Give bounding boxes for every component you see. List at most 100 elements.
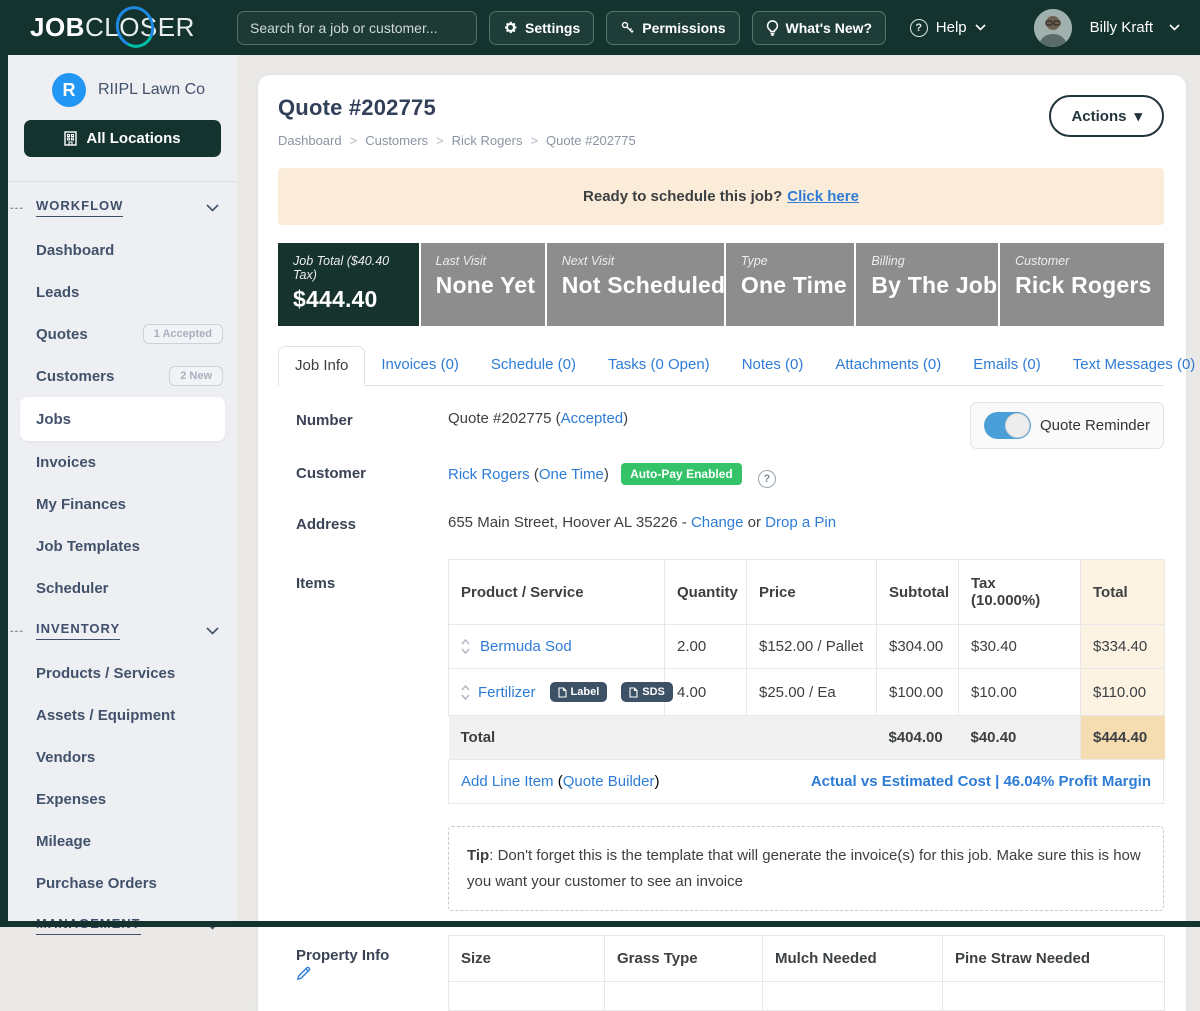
profit-margin-link[interactable]: 46.04% Profit Margin xyxy=(1003,773,1151,790)
prop-header-mulch-needed: Mulch Needed xyxy=(763,936,943,982)
total-cell: $334.40 xyxy=(1081,625,1165,669)
table-row xyxy=(449,982,1165,1011)
prop-header-pine-straw-needed: Pine Straw Needed xyxy=(943,936,1165,982)
drop-a-pin-link[interactable]: Drop a Pin xyxy=(765,514,836,531)
sidebar-item-label: Job Templates xyxy=(36,538,140,555)
invoice-tip-box: Tip: Don't forget this is the template t… xyxy=(448,826,1164,911)
sds-file-badge[interactable]: SDS xyxy=(621,682,673,702)
schedule-banner: Ready to schedule this job? Click here xyxy=(278,168,1164,225)
row-sort-handle[interactable] xyxy=(461,685,470,700)
tab-invoices[interactable]: Invoices (0) xyxy=(365,346,475,385)
breadcrumb-separator: > xyxy=(350,133,358,148)
settings-label: Settings xyxy=(525,20,580,36)
col-header-total: Total xyxy=(1081,560,1165,625)
page-title: Quote #202775 xyxy=(278,95,636,121)
user-name[interactable]: Billy Kraft xyxy=(1090,19,1153,36)
sidebar-item-label: My Finances xyxy=(36,496,126,513)
tab-emails[interactable]: Emails (0) xyxy=(957,346,1057,385)
key-icon xyxy=(620,20,635,35)
table-total-row: Total $404.00 $40.40 $444.40 xyxy=(449,716,1165,760)
total-row-total: $444.40 xyxy=(1081,716,1165,760)
cost-links-group: Actual vs Estimated Cost | 46.04% Profit… xyxy=(811,773,1151,790)
customer-name-link[interactable]: Rick Rogers xyxy=(448,466,530,483)
stat-value: $444.40 xyxy=(293,286,404,313)
settings-button[interactable]: Settings xyxy=(489,11,594,45)
tab-notes[interactable]: Notes (0) xyxy=(726,346,820,385)
pencil-edit-icon[interactable] xyxy=(296,966,448,981)
tab-schedule[interactable]: Schedule (0) xyxy=(475,346,592,385)
tab-tasks[interactable]: Tasks (0 Open) xyxy=(592,346,726,385)
breadcrumb-customers[interactable]: Customers xyxy=(365,133,428,148)
search-input[interactable] xyxy=(237,11,477,45)
sidebar-item-scheduler[interactable]: Scheduler xyxy=(8,567,237,609)
caret-down-icon: ▾ xyxy=(1134,107,1142,125)
section-label: INVENTORY xyxy=(36,621,120,640)
actions-button[interactable]: Actions ▾ xyxy=(1049,95,1164,137)
logo-ring-icon xyxy=(110,1,159,53)
sidebar-item-job-templates[interactable]: Job Templates xyxy=(8,525,237,567)
change-address-link[interactable]: Change xyxy=(691,514,744,531)
all-locations-label: All Locations xyxy=(86,130,180,147)
sidebar-item-leads[interactable]: Leads xyxy=(8,271,237,313)
badge-label: SDS xyxy=(642,686,665,698)
permissions-button[interactable]: Permissions xyxy=(606,11,739,45)
tax-cell: $30.40 xyxy=(959,625,1081,669)
sidebar-item-products-services[interactable]: Products / Services xyxy=(8,652,237,694)
sidebar-item-invoices[interactable]: Invoices xyxy=(8,441,237,483)
sidebar-item-quotes[interactable]: Quotes1 Accepted xyxy=(8,313,237,355)
quote-reminder-card: Quote Reminder xyxy=(970,402,1164,449)
sidebar-item-my-finances[interactable]: My Finances xyxy=(8,483,237,525)
sidebar: R RIIPL Lawn Co All Locations --- WORKFL… xyxy=(8,55,237,927)
sidebar-item-label: Scheduler xyxy=(36,580,109,597)
company-name: RIIPL Lawn Co xyxy=(98,81,205,99)
sidebar-item-expenses[interactable]: Expenses xyxy=(8,778,237,820)
tab-job-info[interactable]: Job Info xyxy=(278,346,365,386)
actions-label: Actions xyxy=(1071,108,1126,125)
sidebar-section-inventory[interactable]: --- INVENTORY xyxy=(8,609,237,652)
tab-text-messages[interactable]: Text Messages (0) xyxy=(1057,346,1200,385)
sidebar-item-dashboard[interactable]: Dashboard xyxy=(8,229,237,271)
whats-new-button[interactable]: What's New? xyxy=(752,11,887,45)
total-row-subtotal: $404.00 xyxy=(877,716,959,760)
row-sort-handle[interactable] xyxy=(461,639,470,654)
product-link[interactable]: Bermuda Sod xyxy=(480,638,572,655)
tip-bold: Tip xyxy=(467,847,489,864)
actual-vs-estimated-link[interactable]: Actual vs Estimated Cost xyxy=(811,773,991,790)
tab-attachments[interactable]: Attachments (0) xyxy=(819,346,957,385)
breadcrumb-dashboard[interactable]: Dashboard xyxy=(278,133,342,148)
quantity-cell: 2.00 xyxy=(665,625,747,669)
sidebar-item-mileage[interactable]: Mileage xyxy=(8,820,237,862)
sidebar-section-workflow[interactable]: --- WORKFLOW xyxy=(8,186,237,229)
sidebar-item-customers[interactable]: Customers2 New xyxy=(8,355,237,397)
gear-icon xyxy=(503,20,518,35)
company-row[interactable]: R RIIPL Lawn Co xyxy=(8,55,237,107)
all-locations-button[interactable]: All Locations xyxy=(24,120,221,157)
banner-text: Ready to schedule this job? xyxy=(583,188,782,205)
quote-builder-link[interactable]: Quote Builder xyxy=(563,773,655,790)
quote-reminder-toggle[interactable] xyxy=(984,412,1031,439)
tip-text: : Don't forget this is the template that… xyxy=(467,847,1141,890)
table-row: Bermuda Sod 2.00 $152.00 / Pallet $304.0… xyxy=(449,625,1165,669)
chevron-down-icon[interactable] xyxy=(1169,24,1180,31)
add-line-item-link[interactable]: Add Line Item xyxy=(461,773,554,790)
sidebar-item-purchase-orders[interactable]: Purchase Orders xyxy=(8,862,237,904)
breadcrumb-rick-rogers[interactable]: Rick Rogers xyxy=(452,133,523,148)
customer-type-link[interactable]: One Time xyxy=(539,466,604,483)
help-icon: ? xyxy=(910,19,928,37)
sidebar-item-jobs[interactable]: Jobs xyxy=(20,397,225,441)
sidebar-item-vendors[interactable]: Vendors xyxy=(8,736,237,778)
banner-click-here-link[interactable]: Click here xyxy=(787,188,859,205)
sidebar-item-assets-equipment[interactable]: Assets / Equipment xyxy=(8,694,237,736)
autopay-help-icon[interactable]: ? xyxy=(758,470,776,488)
stat-next-visit: Next VisitNot Scheduled xyxy=(547,243,724,326)
user-avatar[interactable] xyxy=(1034,9,1072,47)
product-link[interactable]: Fertilizer xyxy=(478,684,536,701)
total-cell: $110.00 xyxy=(1081,669,1165,716)
label-file-badge[interactable]: Label xyxy=(550,682,608,702)
help-menu[interactable]: ? Help xyxy=(910,19,986,37)
whats-new-label: What's New? xyxy=(786,20,873,36)
chevron-down-icon xyxy=(206,627,219,635)
content-card: Quote #202775 Dashboard > Customers > Ri… xyxy=(258,75,1186,1011)
sidebar-item-label: Customers xyxy=(36,368,114,385)
accepted-status-link[interactable]: Accepted xyxy=(561,410,624,427)
